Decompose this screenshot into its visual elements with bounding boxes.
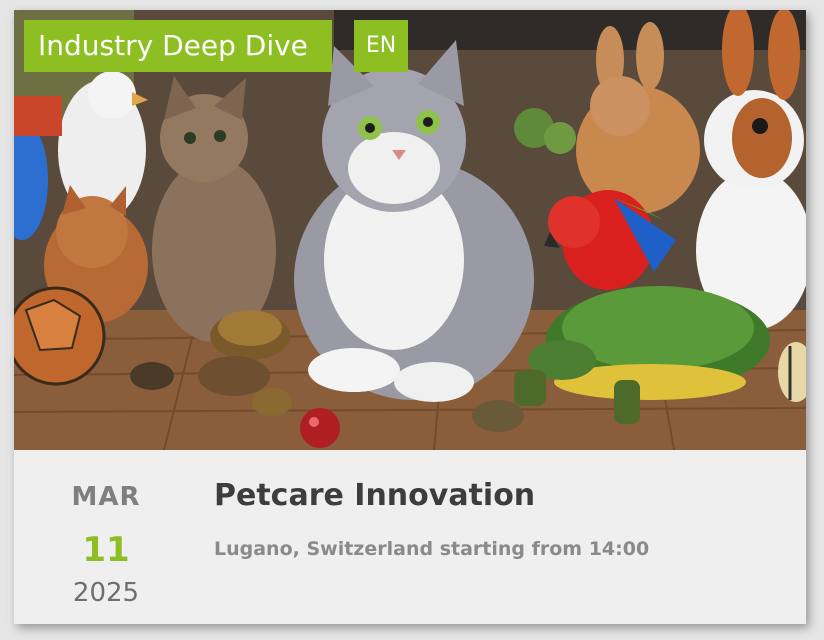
event-image[interactable]: Industry Deep Dive EN [14,10,806,450]
event-info: MAR 11 2025 Petcare Innovation Lugano, S… [14,450,806,624]
pets-illustration [14,10,806,450]
event-card[interactable]: Industry Deep Dive EN MAR 11 2025 Petcar… [14,10,806,624]
category-badge[interactable]: Industry Deep Dive [24,20,332,72]
event-date-day: 11 [82,530,130,570]
event-title[interactable]: Petcare Innovation [214,478,535,513]
event-date-month: MAR [71,482,141,512]
language-badge: EN [354,20,408,72]
event-location-time: Lugano, Switzerland starting from 14:00 [214,538,650,560]
event-date-year: 2025 [72,578,140,608]
